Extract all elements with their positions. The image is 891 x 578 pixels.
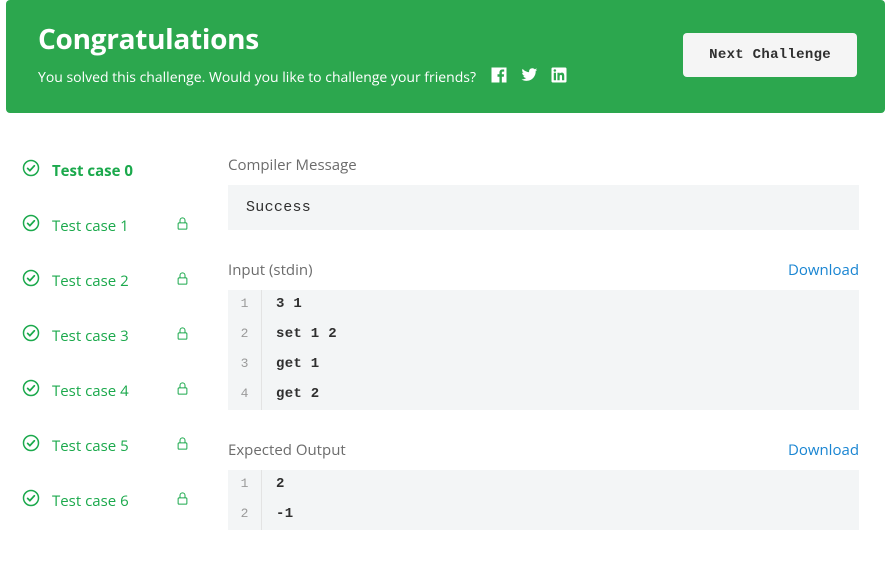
lock-icon	[175, 381, 190, 401]
test-case-label: Test case 3	[52, 326, 163, 346]
test-case-label: Test case 1	[52, 216, 163, 236]
banner-title: Congratulations	[38, 20, 568, 58]
lock-icon	[175, 326, 190, 346]
congrats-banner: Congratulations You solved this challeng…	[6, 0, 885, 113]
results-content: Test case 0 Test case 1 Test case 2 Test ca…	[6, 133, 885, 571]
input-code-box: 13 12set 1 23get 14get 2	[228, 290, 859, 410]
compiler-heading: Compiler Message	[228, 155, 357, 175]
test-case-details[interactable]: Compiler Message Success Input (stdin) D…	[202, 133, 885, 571]
code-line: 2set 1 2	[228, 320, 859, 350]
code-text: 3 1	[262, 290, 316, 320]
input-heading: Input (stdin)	[228, 260, 313, 280]
test-case-label: Test case 6	[52, 491, 163, 511]
input-section: Input (stdin) Download 13 12set 1 23get …	[228, 260, 859, 410]
check-circle-icon	[22, 214, 40, 237]
check-circle-icon	[22, 324, 40, 347]
code-line: 13 1	[228, 290, 859, 320]
test-case-item[interactable]: Test case 5	[6, 418, 202, 473]
lock-icon	[175, 216, 190, 236]
line-number: 2	[228, 500, 262, 530]
line-number: 3	[228, 350, 262, 380]
facebook-icon[interactable]	[490, 66, 508, 89]
code-text: get 2	[262, 380, 334, 410]
check-circle-icon	[22, 379, 40, 402]
linkedin-icon[interactable]	[550, 66, 568, 89]
expected-code-box: 122-1	[228, 470, 859, 530]
code-line: 4get 2	[228, 380, 859, 410]
lock-icon	[175, 436, 190, 456]
test-case-label: Test case 0	[52, 161, 190, 181]
test-case-label: Test case 4	[52, 381, 163, 401]
test-case-label: Test case 5	[52, 436, 163, 456]
input-download-link[interactable]: Download	[788, 260, 859, 280]
test-case-sidebar[interactable]: Test case 0 Test case 1 Test case 2 Test ca…	[6, 133, 202, 571]
test-case-item[interactable]: Test case 2	[6, 253, 202, 308]
check-circle-icon	[22, 269, 40, 292]
code-line: 12	[228, 470, 859, 500]
line-number: 2	[228, 320, 262, 350]
expected-output-section: Expected Output Download 122-1	[228, 440, 859, 530]
test-case-label: Test case 2	[52, 271, 163, 291]
code-text: set 1 2	[262, 320, 351, 350]
test-case-item[interactable]: Test case 6	[6, 473, 202, 528]
code-text: get 1	[262, 350, 334, 380]
line-number: 4	[228, 380, 262, 410]
lock-icon	[175, 491, 190, 511]
check-circle-icon	[22, 489, 40, 512]
test-case-item[interactable]: Test case 4	[6, 363, 202, 418]
twitter-icon[interactable]	[520, 66, 538, 89]
line-number: 1	[228, 290, 262, 320]
banner-text-block: Congratulations You solved this challeng…	[38, 20, 568, 89]
expected-download-link[interactable]: Download	[788, 440, 859, 460]
code-text: -1	[262, 500, 307, 530]
code-line: 3get 1	[228, 350, 859, 380]
test-case-item[interactable]: Test case 3	[6, 308, 202, 363]
code-line: 2-1	[228, 500, 859, 530]
compiler-message: Success	[228, 185, 859, 230]
banner-subtitle-row: You solved this challenge. Would you lik…	[38, 66, 568, 89]
social-icons-group	[490, 66, 568, 89]
check-circle-icon	[22, 434, 40, 457]
banner-subtitle: You solved this challenge. Would you lik…	[38, 68, 476, 87]
code-text: 2	[262, 470, 299, 500]
next-challenge-button[interactable]: Next Challenge	[683, 33, 857, 77]
line-number: 1	[228, 470, 262, 500]
check-circle-icon	[22, 159, 40, 182]
expected-heading: Expected Output	[228, 440, 346, 460]
test-case-item[interactable]: Test case 0	[6, 143, 202, 198]
test-case-item[interactable]: Test case 1	[6, 198, 202, 253]
lock-icon	[175, 271, 190, 291]
compiler-section: Compiler Message Success	[228, 155, 859, 230]
